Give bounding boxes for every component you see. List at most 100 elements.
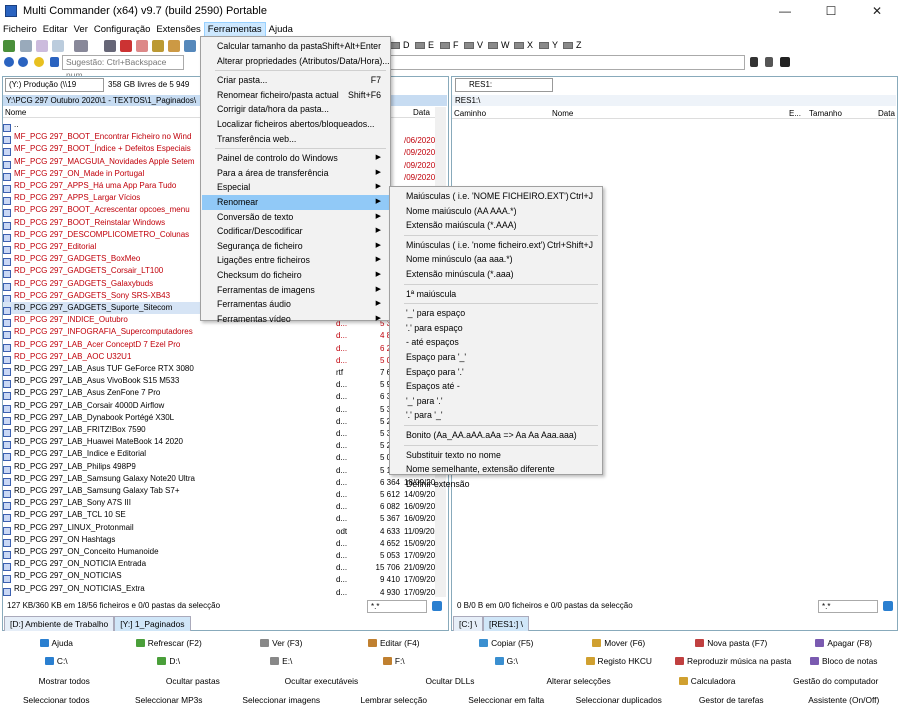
function-button[interactable]: Editar (F4) — [338, 635, 451, 652]
close-button[interactable]: ✕ — [854, 0, 900, 22]
function-button[interactable]: Seleccionar imagens — [225, 692, 338, 709]
tab-y-paginados[interactable]: [Y:] 1_Paginados — [114, 616, 191, 631]
menu-item[interactable]: Transferência web... — [202, 132, 389, 147]
menu-item[interactable]: '.' para espaço — [391, 321, 601, 336]
menu-item[interactable]: Bonito (Aa_AA.aAA.aAa => Aa Aa Aaa.aaa) — [391, 428, 601, 443]
function-button[interactable]: Mover (F6) — [563, 635, 676, 652]
menu-item[interactable]: '_' para '.' — [391, 394, 601, 409]
function-button[interactable]: Apagar (F8) — [788, 635, 900, 652]
function-button[interactable]: Seleccionar em falta — [450, 692, 563, 709]
search-input[interactable]: Sugestão: Ctrl+Backspace num — [62, 55, 184, 80]
menu-item[interactable]: Alterar propriedades (Atributos/Data/Hor… — [202, 54, 390, 69]
right-filter[interactable]: *.* — [818, 600, 878, 613]
panel-icon[interactable] — [104, 40, 116, 52]
menu-item[interactable]: Localizar ficheiros abertos/bloqueados..… — [202, 117, 389, 132]
table-row[interactable]: RD_PCG 297_LINUX_Protonmail odt 4 633 11/09… — [3, 522, 444, 536]
table-row[interactable]: RD_PCG 297_LAB_Indice e Editoriald...5 0… — [3, 448, 444, 462]
function-button[interactable]: Lembrar selecção — [338, 692, 451, 709]
menu-item[interactable]: Ferramentas vídeo ▶ — [202, 312, 389, 327]
drive-f[interactable]: F — [440, 40, 459, 50]
forward-icon[interactable] — [18, 57, 28, 67]
table-row[interactable]: RD_PCG 297_ON_NOTICIA Entrada d... 15 706 2… — [3, 558, 444, 572]
refresh-icon[interactable] — [3, 40, 15, 52]
table-row[interactable]: RD_PCG 297_ON_NOTICIAS_Extra d... 4 930 17/… — [3, 583, 444, 597]
function-button[interactable]: Ajuda — [0, 635, 113, 652]
function-button[interactable]: G:\ — [450, 653, 563, 670]
col-size[interactable]: Tamanho — [809, 108, 842, 119]
drive-x[interactable]: X — [514, 40, 533, 50]
function-button[interactable]: Refrescar (F2) — [113, 635, 226, 652]
paste-icon[interactable] — [52, 40, 64, 52]
table-row[interactable]: RD_PCG 297_LAB_Asus TUF GeForce RTX 3080… — [3, 363, 444, 377]
function-button[interactable]: Assistente (On/Off) — [788, 692, 900, 709]
menu-item[interactable]: Ferramentas de imagens ▶ — [202, 283, 389, 298]
table-row[interactable]: RD_PCG 297_LAB_Asus ZenFone 7 Prod...6 3… — [3, 387, 444, 401]
tab-res1[interactable]: [RES1:] \ — [482, 616, 529, 631]
col-ext[interactable]: E... — [789, 108, 801, 119]
tab-d-desktop[interactable]: [D:] Ambiente de Trabalho — [4, 616, 115, 631]
copy-icon[interactable] — [20, 40, 32, 52]
menu-item[interactable]: Segurança de ficheiro ▶ — [202, 239, 389, 254]
menu-item[interactable]: Renomear ▶ — [202, 195, 389, 210]
menu-item[interactable]: - até espaços — [391, 335, 601, 350]
function-button[interactable]: Gestão do computador — [771, 673, 900, 690]
menu-item[interactable]: Calcular tamanho da pasta Shift+Alt+Enter — [202, 39, 389, 54]
menu-item[interactable]: Maiúsculas ( i.e. 'NOME FICHEIRO.EXT') Ct… — [391, 189, 601, 204]
left-filter[interactable]: *.* — [367, 600, 427, 613]
menu-configuracao[interactable]: Configuração — [91, 22, 154, 38]
function-button[interactable]: D:\ — [113, 653, 226, 670]
table-row[interactable]: RD_PCG 297_LAB_AOC U32U1d...5 03209/09/2… — [3, 351, 444, 365]
function-button[interactable]: Calculadora — [643, 673, 772, 690]
back-icon[interactable] — [4, 57, 14, 67]
right-drive-select[interactable]: RES1: — [455, 78, 553, 92]
minimize-button[interactable]: — — [762, 0, 808, 22]
col-name[interactable]: Nome — [552, 108, 573, 119]
menu-item[interactable]: Renomear ficheiro/pasta actual Shift+F6 — [202, 88, 389, 103]
right-path[interactable]: RES1:\ — [452, 95, 896, 106]
table-row[interactable]: RD_PCG 297_LAB_Samsung Galaxy Note20 Ult… — [3, 473, 444, 487]
menu-item[interactable]: Painel de controlo do Windows ▶ — [202, 151, 389, 166]
tab-c[interactable]: [C:] \ — [453, 616, 483, 631]
view-icon[interactable] — [74, 40, 88, 52]
function-button[interactable]: Mostrar todos — [0, 673, 129, 690]
menu-item[interactable]: '_' para espaço — [391, 306, 601, 321]
menu-item[interactable]: Conversão de texto ▶ — [202, 210, 389, 225]
menu-item[interactable]: Espaço para '_' — [391, 350, 601, 365]
menu-item[interactable]: Codificar/Descodificar ▶ — [202, 224, 389, 239]
cut-icon[interactable] — [36, 40, 48, 52]
menu-item[interactable]: Para a área de transferência ▶ — [202, 166, 389, 181]
menu-item[interactable]: Corrigir data/hora da pasta... — [202, 102, 389, 117]
menu-item[interactable]: '.' para '_' — [391, 408, 601, 423]
menu-item[interactable]: Espaço para '.' — [391, 365, 601, 380]
menu-ver[interactable]: Ver — [71, 22, 91, 38]
menu-item[interactable]: 1ª maiúscula — [391, 287, 601, 302]
table-row[interactable]: RD_PCG 297_LAB_Sony A7S III d... 6 082 16/0… — [3, 497, 444, 511]
menu-item[interactable]: Extensão maiúscula (*.AAA) — [391, 218, 601, 233]
table-row[interactable]: RD_PCG 297_INFOGRAFIA_Supercomputadores d… — [3, 326, 444, 340]
menu-item[interactable]: Minúsculas ( i.e. 'nome ficheiro.ext') Ct… — [391, 238, 601, 253]
tool-icon[interactable] — [136, 40, 148, 52]
function-button[interactable]: Nova pasta (F7) — [675, 635, 788, 652]
col-name[interactable]: Nome — [5, 107, 26, 118]
left-drive-select[interactable]: (Y:) Produção (\\19 — [5, 78, 104, 92]
function-button[interactable]: Ocultar pastas — [129, 673, 258, 690]
menu-extensoes[interactable]: Extensões — [153, 22, 203, 38]
zip-icon[interactable] — [152, 40, 164, 52]
col-date[interactable]: Data — [878, 108, 895, 119]
col-date[interactable]: Data — [413, 107, 430, 118]
function-button[interactable]: Alterar selecções — [514, 673, 643, 690]
table-row[interactable]: RD_PCG 297_ON_Conceito Humanoide d... 5 05… — [3, 546, 444, 560]
function-button[interactable]: Ocultar DLLs — [386, 673, 515, 690]
function-button[interactable]: Ocultar executáveis — [257, 673, 386, 690]
table-row[interactable]: RD_PCG 297_ON_NOTICIAS d... 9 410 17/09/202… — [3, 570, 444, 584]
function-button[interactable]: C:\ — [0, 653, 113, 670]
delete-icon[interactable] — [120, 40, 132, 52]
drive-e[interactable]: E — [415, 40, 434, 50]
table-row[interactable]: RD_PCG 297_LAB_Corsair 4000D Airflow d...… — [3, 400, 444, 414]
search-icon[interactable] — [50, 57, 59, 67]
menu-item[interactable]: Nome semelhante, extensão diferente — [391, 462, 601, 477]
function-button[interactable]: Seleccionar MP3s — [113, 692, 226, 709]
terminal-icon[interactable] — [750, 57, 758, 67]
menu-item[interactable]: Checksum do ficheiro ▶ — [202, 268, 389, 283]
home-icon[interactable] — [34, 57, 44, 67]
